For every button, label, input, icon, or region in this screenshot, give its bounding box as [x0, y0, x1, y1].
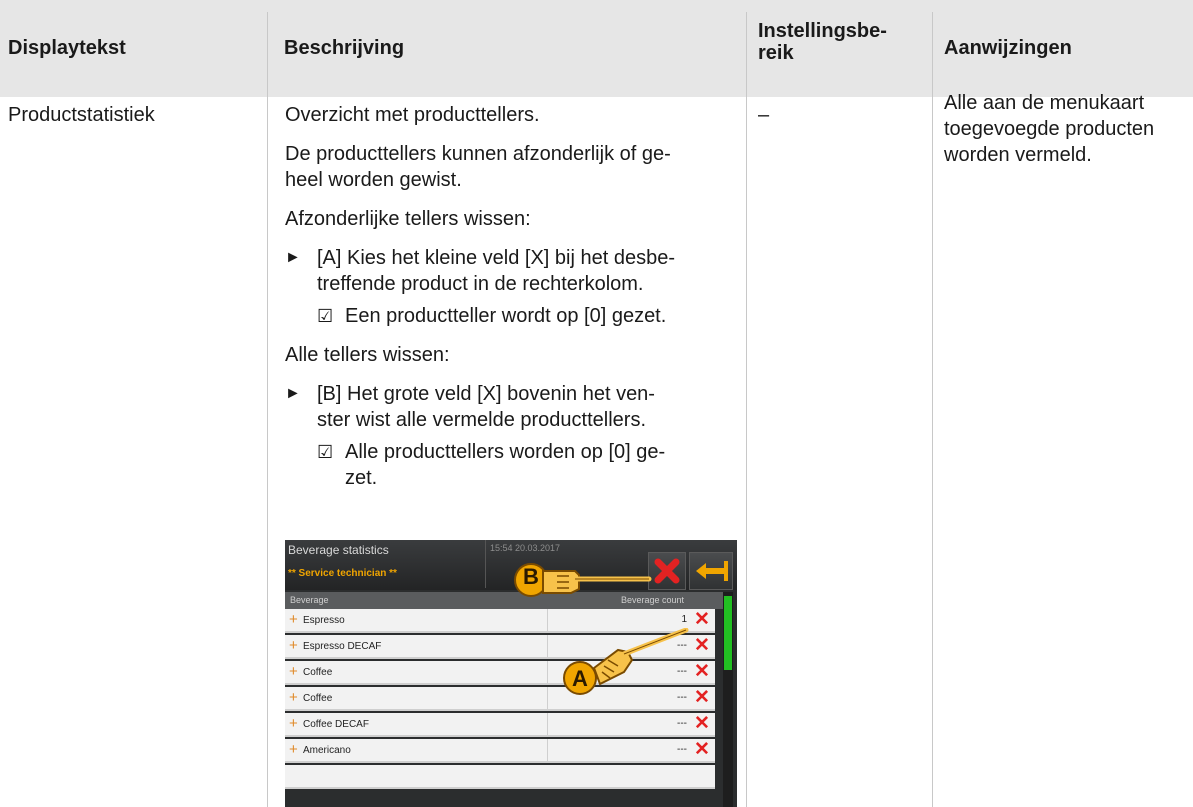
- display-text-cell: Productstatistiek: [8, 104, 155, 126]
- step-text: [A] Kies het kleine veld [X] bij het des…: [317, 247, 675, 295]
- step-arrow-icon: ►: [285, 249, 301, 266]
- header-notes: Aanwijzingen: [944, 37, 1072, 59]
- beverage-row: [285, 765, 715, 789]
- callout-a-label: A: [572, 666, 588, 691]
- result-text: Alle producttellers worden op [0] ge- ze…: [345, 441, 666, 489]
- screenshot-table-header: Beverage Beverage count: [285, 592, 725, 609]
- beverage-statistics-screenshot: Beverage statistics ** Service technicia…: [285, 540, 737, 807]
- clear-row-button[interactable]: ✕: [694, 662, 710, 682]
- column-beverage: Beverage: [290, 595, 329, 605]
- beverage-row: + Americano --- ✕: [285, 739, 715, 763]
- header-display-text: Displaytekst: [8, 37, 126, 59]
- beverage-name: Espresso DECAF: [303, 641, 382, 652]
- plus-icon: +: [289, 715, 298, 732]
- screenshot-divider: [485, 540, 486, 588]
- step-item: ► [B] Het grote veld [X] bovenin het ven…: [285, 381, 745, 433]
- beverage-name: Espresso: [303, 615, 345, 626]
- header-description: Beschrijving: [284, 37, 405, 59]
- beverage-count: ---: [677, 718, 687, 729]
- description-paragraph: Alle tellers wissen:: [285, 344, 450, 366]
- description-paragraph: Afzonderlijke tellers wissen:: [285, 208, 531, 230]
- description-cell: Overzicht met producttellers. De product…: [285, 102, 745, 504]
- callout-b-label: B: [523, 564, 539, 589]
- row-divider: [547, 661, 548, 683]
- plus-icon: +: [289, 741, 298, 758]
- screenshot-title: Beverage statistics: [288, 543, 389, 557]
- step-arrow-icon: ►: [285, 385, 301, 402]
- clear-all-button[interactable]: [648, 552, 686, 590]
- plus-icon: +: [289, 611, 298, 628]
- step-item: ► [A] Kies het kleine veld [X] bij het d…: [285, 245, 745, 297]
- back-arrow-icon: [696, 561, 728, 581]
- column-divider: [746, 12, 747, 807]
- plus-icon: +: [289, 637, 298, 654]
- row-divider: [547, 687, 548, 709]
- row-divider: [547, 609, 548, 631]
- result-item: ☑ Een productteller wordt op [0] gezet.: [317, 303, 745, 329]
- beverage-row: + Coffee DECAF --- ✕: [285, 713, 715, 737]
- beverage-count: 1: [681, 614, 687, 625]
- checkbox-icon: ☑: [317, 306, 334, 326]
- row-divider: [547, 739, 548, 761]
- clear-row-button[interactable]: ✕: [694, 714, 710, 734]
- column-divider: [267, 12, 268, 807]
- beverage-name: Coffee: [303, 693, 333, 704]
- row-divider: [547, 635, 548, 657]
- column-divider: [932, 12, 933, 807]
- beverage-name: Coffee DECAF: [303, 719, 369, 730]
- beverage-count: ---: [677, 744, 687, 755]
- plus-icon: +: [289, 663, 298, 680]
- checkbox-icon: ☑: [317, 442, 334, 462]
- scrollbar-thumb[interactable]: [724, 596, 732, 670]
- setting-range-cell: –: [758, 104, 770, 126]
- description-paragraph: De producttellers kunnen afzonderlijk of…: [285, 143, 671, 191]
- screenshot-subtitle: ** Service technician **: [288, 568, 397, 579]
- row-divider: [547, 713, 548, 735]
- step-text: [B] Het grote veld [X] bovenin het ven- …: [317, 383, 655, 431]
- plus-icon: +: [289, 689, 298, 706]
- beverage-name: Coffee: [303, 667, 333, 678]
- close-icon: [654, 558, 680, 584]
- clear-row-button[interactable]: ✕: [694, 740, 710, 760]
- clear-row-button[interactable]: ✕: [694, 688, 710, 708]
- beverage-name: Americano: [303, 745, 351, 756]
- result-item: ☑ Alle producttellers worden op [0] ge- …: [317, 439, 745, 491]
- description-paragraph: Overzicht met producttellers.: [285, 104, 540, 126]
- screenshot-timestamp: 15:54 20.03.2017: [490, 543, 561, 553]
- clear-row-button[interactable]: ✕: [694, 610, 710, 630]
- clear-row-button[interactable]: ✕: [694, 636, 710, 656]
- result-text: Een productteller wordt op [0] gezet.: [345, 305, 667, 327]
- back-button[interactable]: [689, 552, 733, 590]
- notes-cell: Alle aan de menukaart toegevoegde produc…: [944, 92, 1155, 166]
- header-setting-range: Instellingsbe- reik: [758, 20, 887, 64]
